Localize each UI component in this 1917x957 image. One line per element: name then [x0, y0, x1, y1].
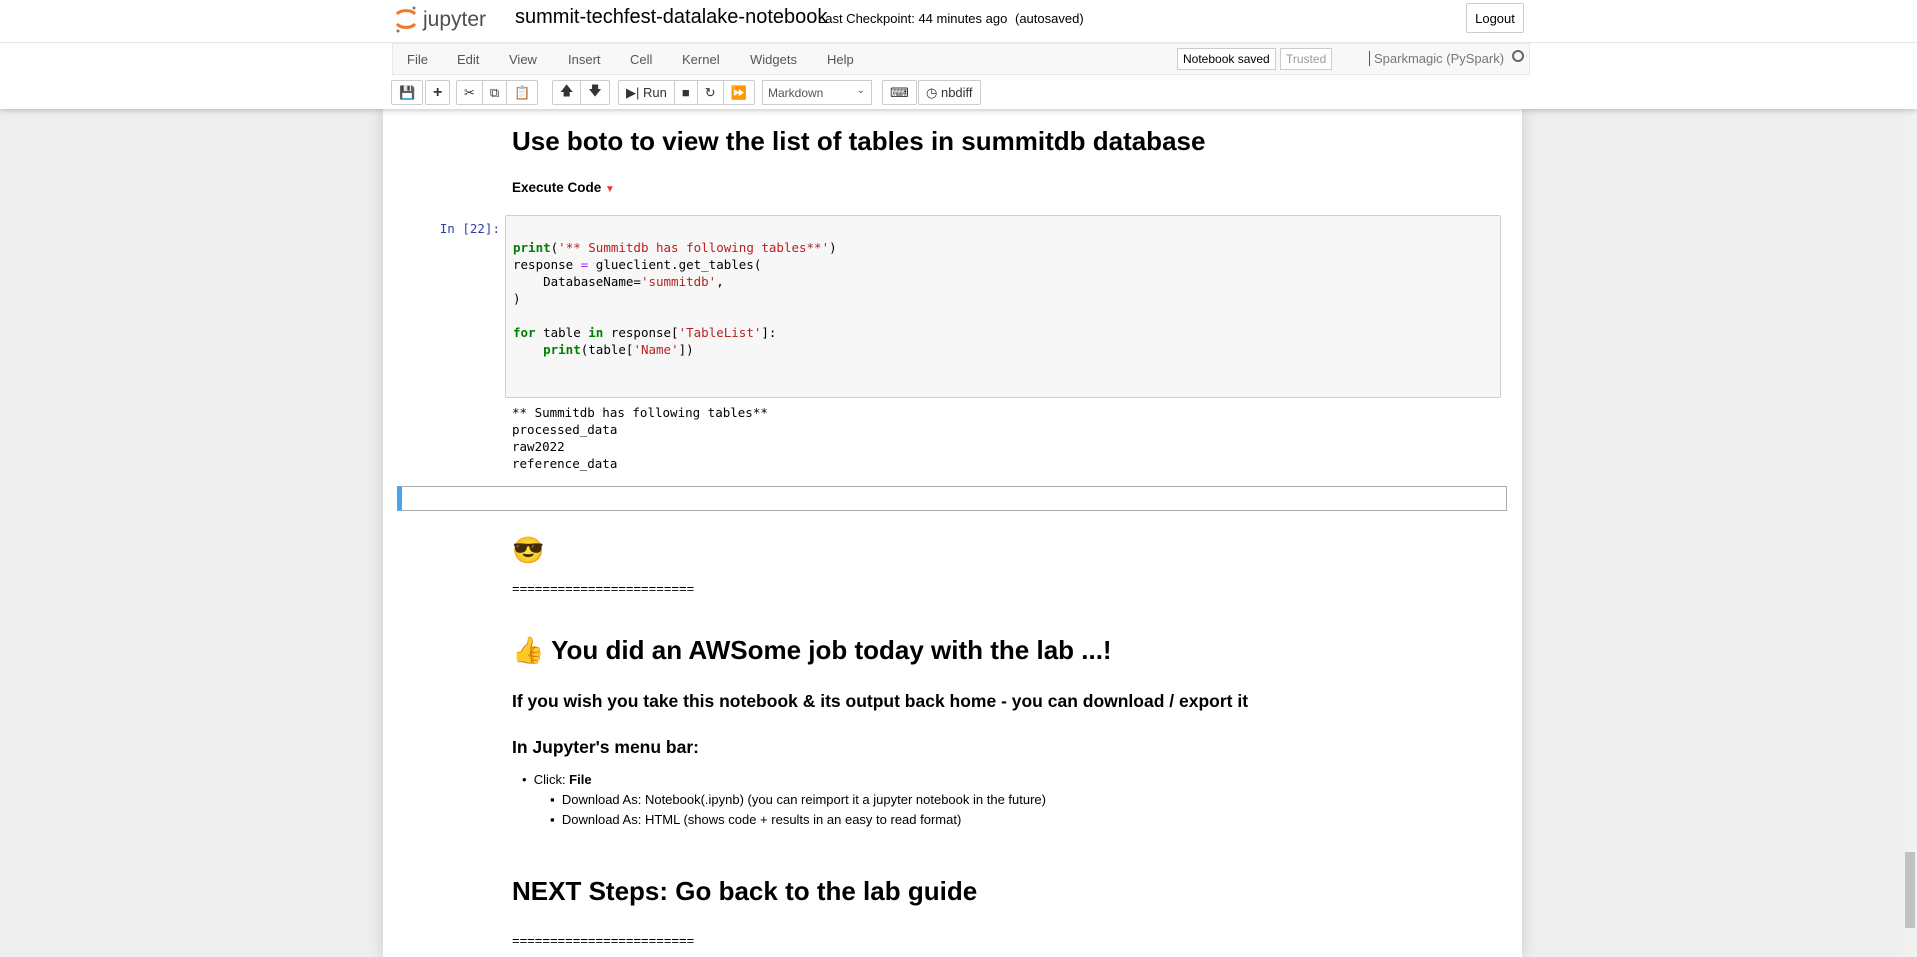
notebook-title[interactable]: summit-techfest-datalake-notebook [515, 6, 827, 29]
scrollbar[interactable] [1903, 108, 1917, 957]
chevron-down-icon: ⌄ [856, 85, 865, 96]
code-line: DatabaseName='summitdb', [513, 274, 724, 289]
code-cell-input[interactable]: print('** Summitdb has following tables*… [505, 215, 1501, 398]
save-button[interactable]: 💾 [391, 80, 424, 105]
step-forward-icon: ▶| [626, 84, 643, 100]
execute-code-label: Execute Code ▼ [512, 180, 615, 195]
run-label: Run [643, 85, 667, 100]
autosave-status: (autosaved) [1015, 11, 1084, 26]
code-line: print(table['Name']) [543, 342, 694, 357]
click-file: File [569, 772, 592, 787]
clock-icon: ◷ [926, 84, 941, 100]
menu-edit[interactable]: Edit [457, 52, 479, 67]
arrow-up-icon[interactable]: 🡅 [553, 81, 582, 104]
download-html-text: Download As: HTML (shows code + results … [561, 812, 962, 827]
selected-empty-cell[interactable] [397, 486, 1507, 511]
cut-icon[interactable]: ✂ [457, 81, 483, 104]
menu-widgets[interactable]: Widgets [750, 52, 797, 67]
separator: ======================== [512, 581, 695, 596]
code-line: response = glueclient.get_tables( [513, 257, 762, 272]
menu-cell[interactable]: Cell [630, 52, 652, 67]
menu-kernel[interactable]: Kernel [682, 52, 720, 67]
plus-icon: + [433, 83, 443, 101]
list-item-download-html: ▪ Download As: HTML (shows code + result… [550, 812, 962, 827]
scrollbar-thumb[interactable] [1905, 852, 1915, 928]
click-label: Click: [533, 772, 570, 787]
output-line: reference_data [512, 456, 618, 471]
code-text[interactable]: print('** Summitdb has following tables*… [513, 239, 837, 358]
download-heading: If you wish you take this notebook & its… [512, 691, 1249, 711]
awsome-heading-text: You did an AWSome job today with the lab… [551, 635, 1112, 665]
insert-cell-button[interactable]: + [425, 80, 451, 105]
logout-button[interactable]: Logout [1466, 3, 1524, 33]
nbdiff-label: nbdiff [940, 85, 973, 100]
jupyter-logo[interactable]: jupyter [394, 4, 498, 34]
paste-icon[interactable]: 📋 [507, 81, 537, 104]
execute-code-text: Execute Code [512, 180, 602, 195]
cell-type-select[interactable]: Markdown ⌄ [762, 80, 872, 105]
arrow-down-icon[interactable]: 🡇 [581, 81, 608, 104]
menu-bar: File Edit View Insert Cell Kernel Widget… [392, 43, 1530, 75]
menu-view[interactable]: View [509, 52, 537, 67]
keyboard-icon: ⌨ [890, 84, 909, 100]
sunglasses-emoji-icon: 😎 [512, 535, 545, 565]
move-group: 🡅 🡇 [552, 80, 610, 105]
list-item-download-notebook: ▪ Download As: Notebook(.ipynb) (you can… [550, 792, 1046, 807]
output-line: ** Summitdb has following tables** [512, 405, 768, 420]
save-icon: 💾 [399, 84, 416, 100]
fast-forward-icon[interactable]: ⏩ [724, 81, 754, 104]
kernel-name[interactable]: Sparkmagic (PySpark) [1369, 51, 1504, 66]
notebook-saved-indicator: Notebook saved [1177, 48, 1276, 70]
code-line: for table in response['TableList']: [513, 325, 777, 340]
svg-text:jupyter: jupyter [422, 8, 486, 31]
keyboard-shortcuts-button[interactable]: ⌨ [882, 80, 917, 105]
cell-heading-boto: Use boto to view the list of tables in s… [512, 126, 1206, 156]
list-item-click: • Click: File [522, 772, 592, 787]
output-line: processed_data [512, 422, 618, 437]
refresh-icon[interactable]: ↻ [698, 81, 724, 104]
nbdiff-button[interactable]: ◷ nbdiff [918, 80, 981, 105]
triangle-down-icon: ▼ [605, 184, 615, 195]
edit-group: ✂ ⧉ 📋 [456, 80, 539, 105]
separator-2: ======================== [512, 933, 695, 948]
header: jupyter summit-techfest-datalake-noteboo… [0, 0, 1917, 109]
cell-output: ** Summitdb has following tables** proces… [512, 404, 768, 472]
thumbs-up-icon: 👍 [512, 635, 545, 665]
download-notebook-text: Download As: Notebook(.ipynb) (you can r… [561, 792, 1046, 807]
menu-bar-heading: In Jupyter's menu bar: [512, 737, 699, 757]
stop-icon[interactable]: ■ [675, 81, 698, 104]
menu-insert[interactable]: Insert [568, 52, 601, 67]
run-group: ▶| Run ■ ↻ ⏩ [618, 80, 755, 105]
menu-help[interactable]: Help [827, 52, 854, 67]
copy-icon[interactable]: ⧉ [483, 81, 508, 104]
kernel-idle-icon [1512, 50, 1524, 62]
awsome-heading: 👍 You did an AWSome job today with the l… [512, 635, 1112, 666]
menu-file[interactable]: File [407, 52, 428, 67]
cell-type-value: Markdown [768, 86, 824, 100]
code-line: ) [513, 291, 521, 306]
run-button[interactable]: ▶| Run [619, 81, 675, 104]
output-line: raw2022 [512, 439, 565, 454]
trusted-indicator[interactable]: Trusted [1280, 48, 1333, 70]
input-prompt: In [22]: [439, 221, 500, 236]
code-line: print('** Summitdb has following tables*… [513, 240, 837, 255]
next-steps-heading: NEXT Steps: Go back to the lab guide [512, 876, 978, 906]
checkpoint-status: Last Checkpoint: 44 minutes ago [818, 11, 1008, 26]
